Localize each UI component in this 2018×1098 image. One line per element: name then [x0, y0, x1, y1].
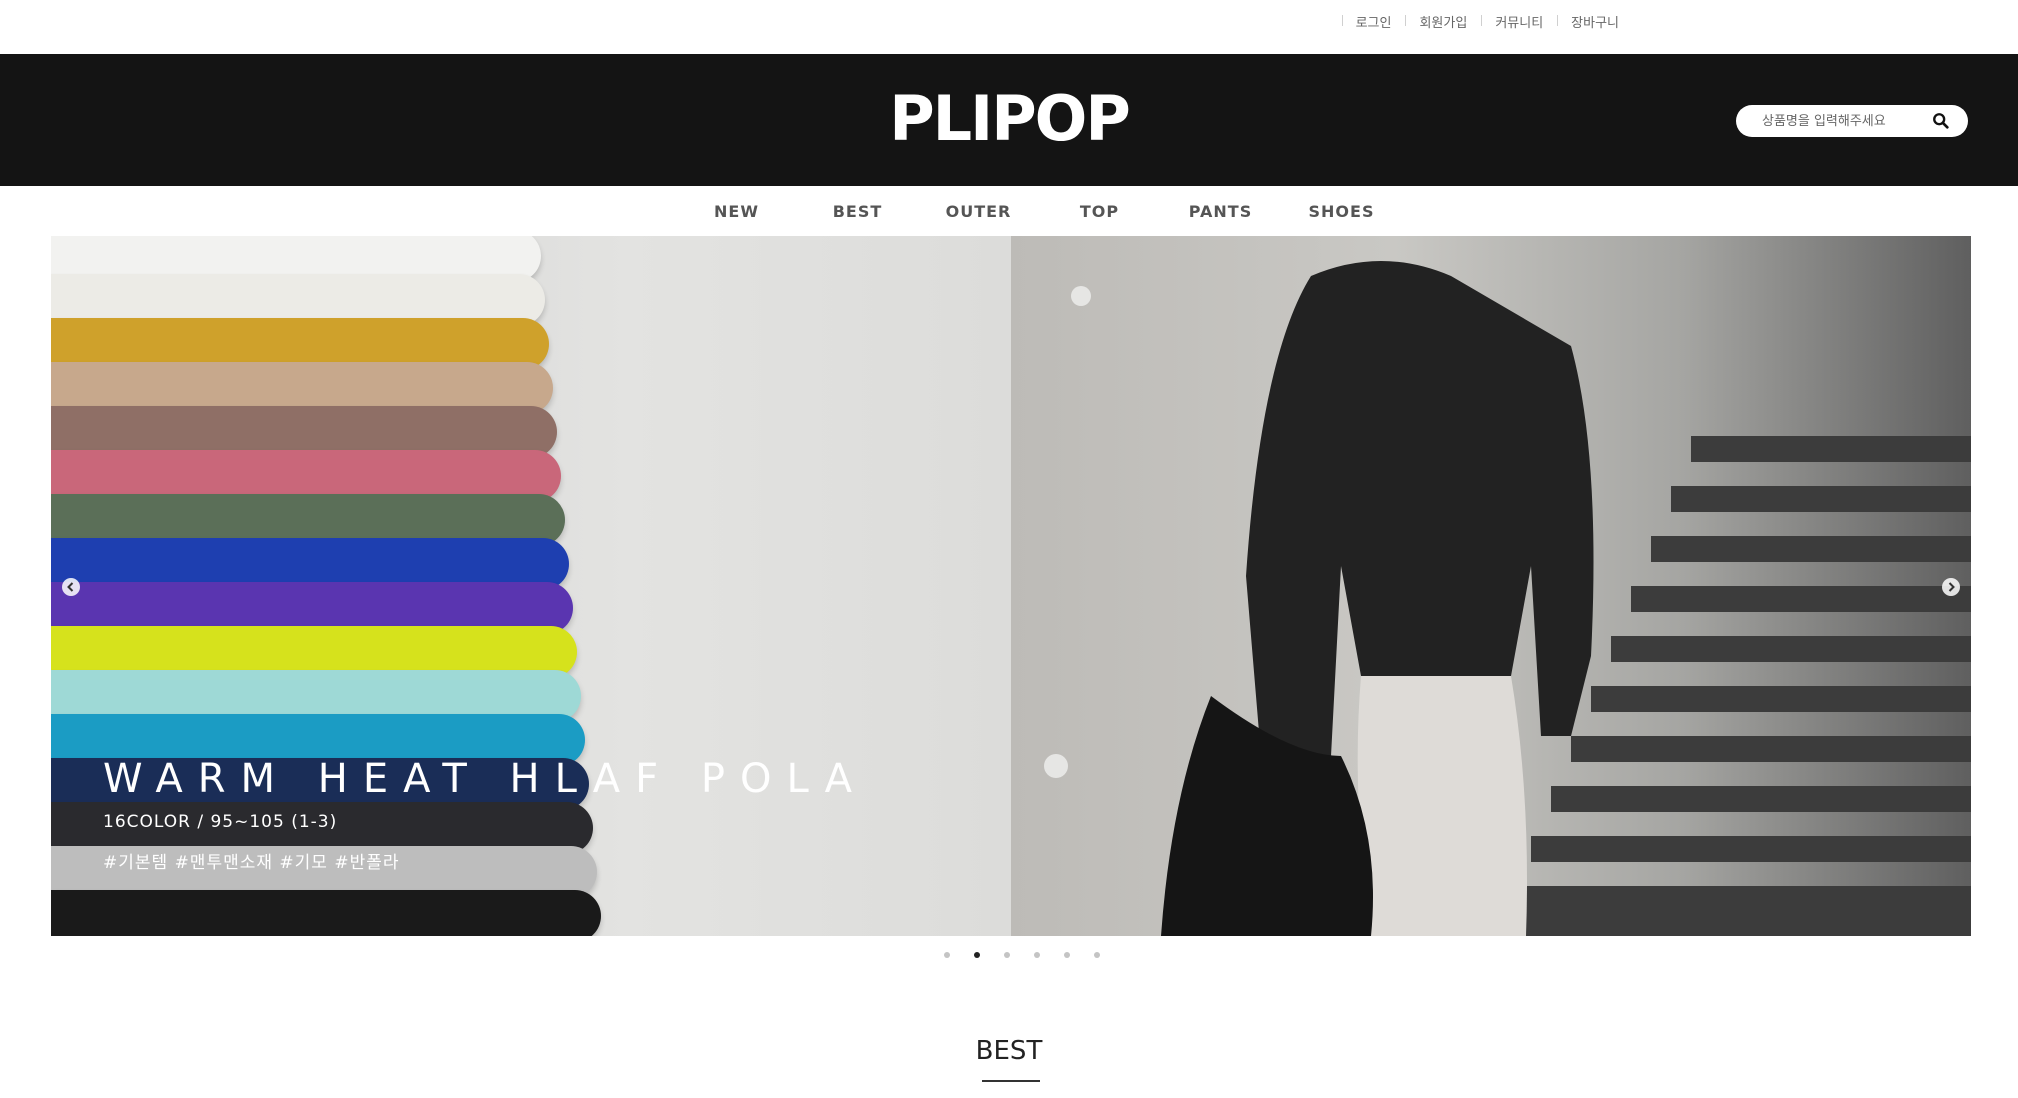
banner-image-right: [1011, 236, 1971, 936]
slider-dot[interactable]: [974, 952, 980, 958]
main-banner-slider[interactable]: WARM HEAT HLAF POLA 16COLOR / 95~105 (1-…: [51, 236, 1971, 936]
prev-slide-icon[interactable]: [62, 578, 80, 596]
slider-dot[interactable]: [944, 952, 950, 958]
nav-top[interactable]: TOP: [1039, 202, 1160, 221]
banner-subtitle: 16COLOR / 95~105 (1-3): [103, 812, 338, 832]
slider-dot[interactable]: [1094, 952, 1100, 958]
login-link[interactable]: 로그인: [1341, 12, 1406, 31]
top-utility-bar: 로그인 회원가입 커뮤니티 장바구니: [0, 0, 2018, 54]
search-box: [1736, 105, 1968, 137]
search-input[interactable]: [1760, 112, 1934, 130]
slider-dot[interactable]: [1064, 952, 1070, 958]
signup-link[interactable]: 회원가입: [1405, 12, 1481, 31]
banner-image-left: WARM HEAT HLAF POLA 16COLOR / 95~105 (1-…: [51, 236, 1011, 936]
cart-link[interactable]: 장바구니: [1557, 12, 1633, 31]
model-photo: [1044, 261, 1971, 936]
folded-sweatshirt: [51, 890, 601, 936]
community-link[interactable]: 커뮤니티: [1481, 12, 1557, 31]
nav-new[interactable]: NEW: [676, 202, 797, 221]
slider-pagination: [932, 952, 1112, 958]
search-icon[interactable]: [1932, 112, 1950, 130]
nav-best[interactable]: BEST: [797, 202, 918, 221]
slider-dot[interactable]: [1004, 952, 1010, 958]
nav-shoes[interactable]: SHOES: [1281, 202, 1402, 221]
banner-title: WARM HEAT HLAF POLA: [103, 756, 868, 802]
next-slide-icon[interactable]: [1942, 578, 1960, 596]
banner-tags: #기본템 #맨투맨소재 #기모 #반폴라: [103, 853, 400, 873]
best-section-title: BEST: [975, 1036, 1043, 1066]
main-nav: NEW BEST OUTER TOP PANTS SHOES: [0, 186, 2018, 236]
slider-dot[interactable]: [1034, 952, 1040, 958]
banner-caption: WARM HEAT HLAF POLA 16COLOR / 95~105 (1-…: [103, 756, 867, 873]
best-title-underline: [982, 1080, 1040, 1082]
nav-pants[interactable]: PANTS: [1160, 202, 1281, 221]
nav-outer[interactable]: OUTER: [918, 202, 1039, 221]
site-header: PLIPOP: [0, 54, 2018, 186]
site-logo[interactable]: PLIPOP: [0, 82, 2018, 155]
utility-menu: 로그인 회원가입 커뮤니티 장바구니: [1341, 12, 1633, 31]
